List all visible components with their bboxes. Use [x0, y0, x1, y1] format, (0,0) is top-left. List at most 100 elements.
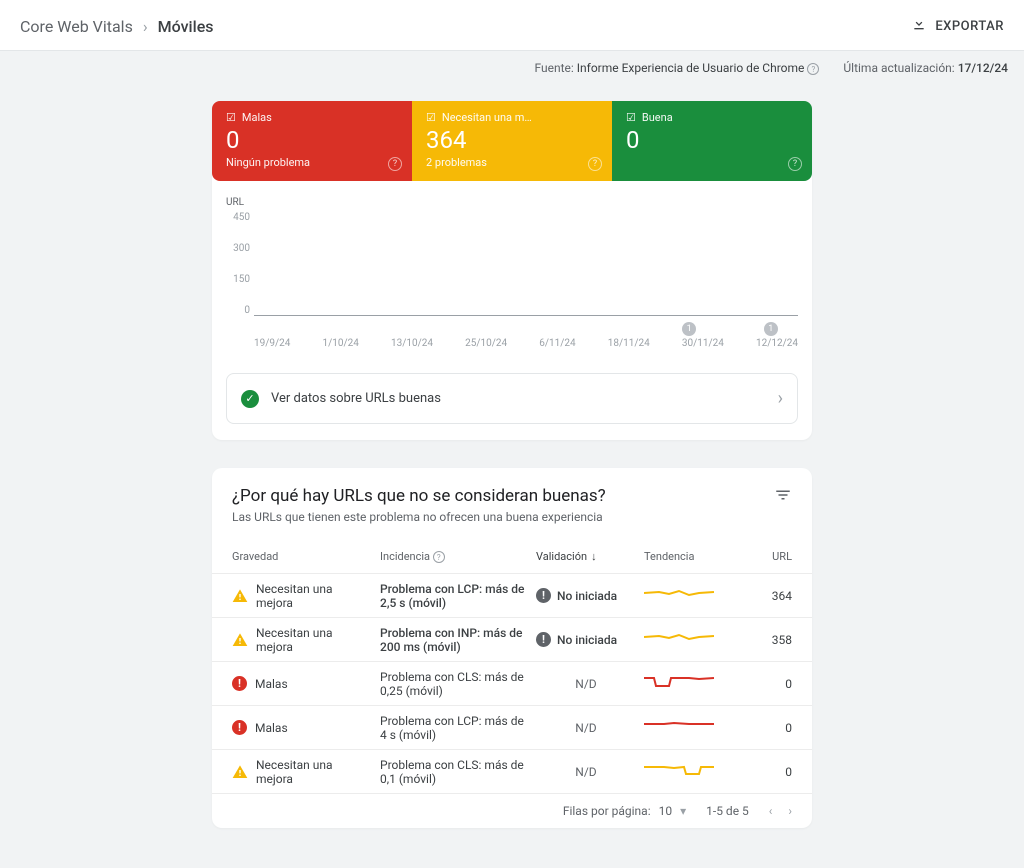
col-url[interactable]: URL	[742, 550, 792, 563]
error-icon: !	[232, 720, 247, 735]
pager-rows-value[interactable]: 10	[659, 804, 673, 818]
filter-icon[interactable]	[774, 486, 792, 508]
url-count: 358	[742, 633, 792, 647]
breadcrumb-current: Móviles	[158, 17, 214, 36]
validation-cell: N/D	[536, 765, 636, 779]
checkbox-icon: ☑	[626, 111, 636, 124]
validation-cell: ! No iniciada	[536, 632, 636, 647]
tile-good-label: Buena	[642, 111, 673, 124]
chevron-right-icon: ›	[778, 388, 783, 409]
info-icon: !	[536, 588, 551, 603]
table-row[interactable]: ! Malas Problema con CLS: más de 0,25 (móv…	[212, 661, 812, 705]
download-icon	[911, 16, 927, 36]
table-row[interactable]: ! Malas Problema con LCP: más de 4 s (móvi…	[212, 705, 812, 749]
tile-bad[interactable]: ☑ Malas 0 Ningún problema ?	[212, 101, 412, 181]
source-link[interactable]: Informe Experiencia de Usuario de Chrome	[577, 61, 805, 75]
chart-y-axis: 4503001500	[226, 212, 254, 316]
view-good-urls-row[interactable]: ✓ Ver datos sobre URLs buenas ›	[226, 373, 798, 424]
check-circle-icon: ✓	[241, 390, 259, 408]
url-count: 364	[742, 589, 792, 603]
view-good-urls-label: Ver datos sobre URLs buenas	[271, 391, 441, 406]
severity-label: Necesitan una mejora	[256, 626, 372, 654]
incidence-text: Problema con LCP: más de 4 s (móvil)	[380, 714, 528, 742]
info-icon: !	[536, 632, 551, 647]
incidence-text: Problema con INP: más de 200 ms (móvil)	[380, 626, 528, 654]
export-button[interactable]: EXPORTAR	[911, 16, 1004, 36]
warning-icon	[232, 632, 248, 648]
severity-label: Malas	[255, 677, 288, 691]
warning-icon	[232, 588, 248, 604]
severity-label: Necesitan una mejora	[256, 582, 372, 610]
warning-icon	[232, 764, 248, 780]
chevron-down-icon[interactable]: ▾	[680, 804, 686, 818]
col-incidence[interactable]: Incidencia ?	[380, 550, 528, 563]
breadcrumb-separator-icon: ›	[143, 17, 148, 36]
export-label: EXPORTAR	[935, 19, 1004, 34]
trend-sparkline	[644, 628, 734, 651]
trend-sparkline	[644, 672, 734, 695]
updated-prefix: Última actualización:	[843, 61, 957, 75]
url-count: 0	[742, 765, 792, 779]
pager-prev[interactable]: ‹	[769, 804, 773, 818]
top-bar: Core Web Vitals › Móviles EXPORTAR	[0, 0, 1024, 51]
severity-label: Necesitan una mejora	[256, 758, 372, 786]
overview-card: ☑ Malas 0 Ningún problema ? ☑ Necesitan …	[212, 101, 812, 440]
chart-markers: 11	[254, 322, 798, 342]
tile-good[interactable]: ☑ Buena 0 ?	[612, 101, 812, 181]
validation-cell: N/D	[536, 721, 636, 735]
tile-warn[interactable]: ☑ Necesitan una m… 364 2 problemas ?	[412, 101, 612, 181]
trend-sparkline	[644, 716, 734, 739]
tile-bad-sub: Ningún problema	[226, 156, 398, 169]
source-prefix: Fuente:	[534, 61, 576, 75]
reasons-title: ¿Por qué hay URLs que no se consideran b…	[232, 486, 606, 506]
breadcrumb: Core Web Vitals › Móviles	[20, 17, 214, 36]
table-row[interactable]: Necesitan una mejora Problema con LCP: má…	[212, 573, 812, 617]
chart-marker[interactable]: 1	[764, 322, 778, 336]
tile-warn-label: Necesitan una m…	[442, 111, 532, 124]
help-icon[interactable]: ?	[433, 551, 445, 563]
col-validation[interactable]: Validación ↓	[536, 550, 636, 563]
incidence-text: Problema con LCP: más de 2,5 s (móvil)	[380, 582, 528, 610]
error-icon: !	[232, 676, 247, 691]
table-pager: Filas por página: 10 ▾ 1-5 de 5 ‹ ›	[212, 793, 812, 828]
chart-title: URL	[226, 197, 798, 208]
incidence-text: Problema con CLS: más de 0,25 (móvil)	[380, 670, 528, 698]
url-count: 0	[742, 721, 792, 735]
chart-plot[interactable]	[254, 212, 798, 316]
help-icon[interactable]: ?	[807, 63, 819, 75]
breadcrumb-root[interactable]: Core Web Vitals	[20, 17, 133, 36]
status-tiles: ☑ Malas 0 Ningún problema ? ☑ Necesitan …	[212, 101, 812, 181]
help-icon[interactable]: ?	[388, 157, 402, 171]
updated-date: 17/12/24	[958, 61, 1008, 75]
tile-bad-count: 0	[226, 126, 398, 154]
validation-label: No iniciada	[557, 589, 617, 603]
arrow-down-icon: ↓	[591, 550, 597, 563]
table-header: Gravedad Incidencia ? Validación ↓ Tende…	[212, 530, 812, 573]
pager-range: 1-5 de 5	[706, 804, 749, 818]
trend-sparkline	[644, 760, 734, 783]
severity-label: Malas	[255, 721, 288, 735]
source-info: Fuente: Informe Experiencia de Usuario d…	[534, 61, 819, 75]
help-icon[interactable]: ?	[588, 157, 602, 171]
pager-rows-label: Filas por página:	[563, 804, 651, 818]
url-count: 0	[742, 677, 792, 691]
col-trend[interactable]: Tendencia	[644, 550, 734, 563]
table-body: Necesitan una mejora Problema con LCP: má…	[212, 573, 812, 793]
pager-next[interactable]: ›	[788, 804, 792, 818]
table-row[interactable]: Necesitan una mejora Problema con CLS: má…	[212, 749, 812, 793]
tile-warn-count: 364	[426, 126, 598, 154]
checkbox-icon: ☑	[226, 111, 236, 124]
url-chart: URL 4503001500 11 19/9/241/10/2413/10/24…	[212, 181, 812, 355]
tile-good-count: 0	[626, 126, 798, 154]
tile-warn-sub: 2 problemas	[426, 156, 598, 169]
chart-marker[interactable]: 1	[682, 322, 696, 336]
help-icon[interactable]: ?	[788, 157, 802, 171]
col-severity[interactable]: Gravedad	[232, 550, 372, 563]
trend-sparkline	[644, 584, 734, 607]
validation-label: No iniciada	[557, 633, 617, 647]
table-row[interactable]: Necesitan una mejora Problema con INP: má…	[212, 617, 812, 661]
validation-cell: N/D	[536, 677, 636, 691]
incidence-text: Problema con CLS: más de 0,1 (móvil)	[380, 758, 528, 786]
last-updated: Última actualización: 17/12/24	[843, 61, 1008, 75]
reasons-card: ¿Por qué hay URLs que no se consideran b…	[212, 468, 812, 828]
